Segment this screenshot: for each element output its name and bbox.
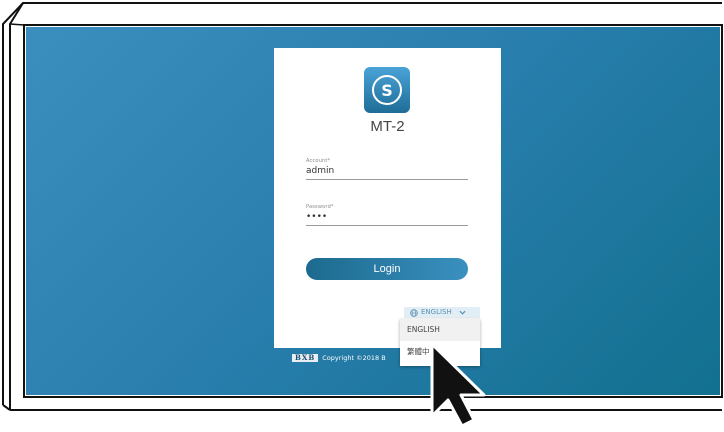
account-underline	[306, 179, 468, 180]
language-select[interactable]: ENGLISH	[404, 307, 480, 318]
language-selected-label: ENGLISH	[421, 308, 452, 316]
mouse-pointer-icon	[430, 342, 486, 428]
login-card: S MT-2 Account* admin Password* •••• Log…	[274, 48, 501, 348]
login-screen: S MT-2 Account* admin Password* •••• Log…	[26, 27, 720, 395]
login-button[interactable]: Login	[306, 258, 468, 280]
chevron-down-icon	[459, 310, 466, 315]
globe-icon	[410, 308, 418, 317]
language-option-english[interactable]: ENGLISH	[400, 319, 480, 341]
account-label: Account*	[306, 158, 331, 164]
brand-logo: BXB	[292, 353, 319, 362]
password-label: Password*	[306, 204, 334, 210]
app-logo-letter: S	[372, 75, 402, 105]
app-logo: S	[364, 67, 410, 113]
password-field[interactable]: Password* ••••	[306, 204, 468, 226]
account-input[interactable]: admin	[306, 166, 468, 177]
app-title: MT-2	[370, 118, 405, 135]
copyright-text: Copyright ©2018 B	[322, 353, 386, 362]
password-input[interactable]: ••••	[306, 212, 468, 223]
account-field[interactable]: Account* admin	[306, 158, 468, 180]
footer: BXB Copyright ©2018 B	[292, 353, 386, 362]
password-underline	[306, 225, 468, 226]
